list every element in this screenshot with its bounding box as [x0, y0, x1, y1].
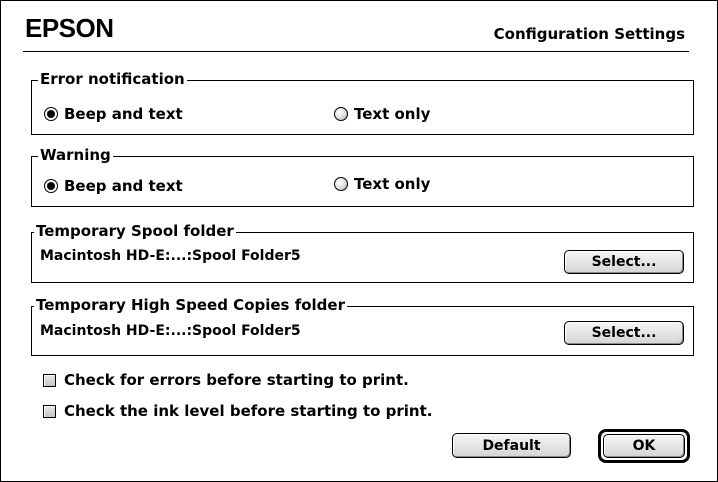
warning-text-only-radio[interactable]: Text only	[334, 175, 430, 193]
error-notification-label: Error notification	[38, 69, 187, 89]
spool-folder-label: Temporary Spool folder	[34, 221, 236, 241]
radio-selected-icon	[44, 179, 58, 193]
checkbox-label: Check for errors before starting to prin…	[64, 371, 409, 389]
check-errors-checkbox[interactable]: Check for errors before starting to prin…	[43, 371, 409, 389]
high-speed-folder-group: Temporary High Speed Copies folder Macin…	[31, 295, 694, 356]
spool-folder-group: Temporary Spool folder Macintosh HD-E:..…	[31, 221, 694, 283]
high-speed-folder-path: Macintosh HD-E:...:Spool Folder5	[40, 323, 301, 339]
dialog-title: Configuration Settings	[493, 25, 685, 43]
spool-folder-select-button[interactable]: Select...	[564, 250, 684, 274]
radio-label: Beep and text	[64, 177, 183, 195]
radio-label: Text only	[354, 105, 431, 123]
error-text-only-radio[interactable]: Text only	[334, 105, 430, 123]
check-ink-level-checkbox[interactable]: Check the ink level before starting to p…	[43, 402, 432, 420]
radio-selected-icon	[44, 107, 58, 121]
epson-logo: EPSON	[25, 13, 114, 43]
warning-label: Warning	[38, 145, 113, 165]
radio-label: Text only	[354, 175, 431, 193]
high-speed-folder-label: Temporary High Speed Copies folder	[34, 295, 347, 315]
ok-button[interactable]: OK	[603, 434, 685, 458]
header-divider	[23, 51, 689, 52]
configuration-dialog: EPSON Configuration Settings Error notif…	[0, 0, 718, 482]
radio-unselected-icon	[334, 177, 348, 191]
error-beep-and-text-radio[interactable]: Beep and text	[44, 105, 183, 123]
high-speed-folder-select-button[interactable]: Select...	[564, 321, 684, 345]
default-button[interactable]: Default	[452, 433, 571, 458]
checkbox-unchecked-icon	[43, 404, 56, 418]
checkbox-label: Check the ink level before starting to p…	[64, 402, 433, 420]
radio-unselected-icon	[334, 107, 348, 121]
error-notification-group: Error notification Beep and text Text on…	[31, 69, 694, 135]
spool-folder-path: Macintosh HD-E:...:Spool Folder5	[40, 248, 301, 264]
warning-group: Warning Beep and text Text only	[31, 145, 694, 207]
warning-beep-and-text-radio[interactable]: Beep and text	[44, 177, 183, 195]
radio-label: Beep and text	[64, 105, 183, 123]
checkbox-unchecked-icon	[43, 373, 56, 387]
